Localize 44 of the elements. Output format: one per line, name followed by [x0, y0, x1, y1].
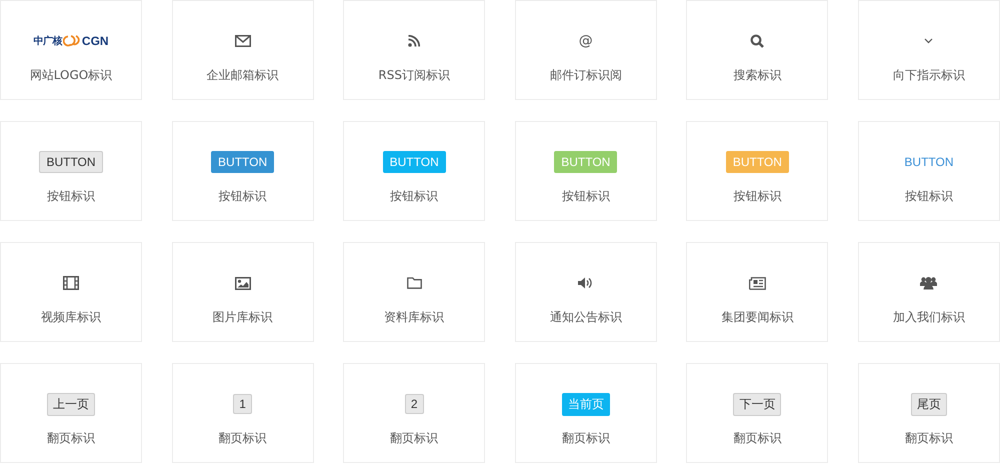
- newspaper-icon: [748, 276, 766, 290]
- page-button[interactable]: 尾页: [910, 392, 947, 416]
- card-label: 按钮标识: [904, 188, 953, 205]
- page-button[interactable]: 上一页: [47, 392, 95, 416]
- card-label: 图片库标识: [212, 309, 273, 326]
- page-button[interactable]: 1: [233, 394, 252, 414]
- card-label: 按钮标识: [562, 188, 610, 205]
- card-label: 加入我们标识: [892, 309, 965, 326]
- users-icon: [920, 276, 938, 290]
- logo-text: 中广核: [33, 34, 62, 48]
- speaker-icon: [578, 277, 594, 289]
- page-button[interactable]: 下一页: [733, 392, 782, 416]
- folder-icon: [406, 277, 422, 289]
- card-label: 企业邮箱标识: [206, 67, 279, 84]
- logo-text: CGN: [82, 34, 109, 48]
- card-label: 翻页标识: [904, 430, 953, 447]
- card-label: RSS订阅标识: [378, 67, 450, 84]
- card-label: 通知公告标识: [550, 309, 622, 326]
- card-label: 向下指示标识: [892, 67, 965, 84]
- card-label: 按钮标识: [390, 188, 438, 205]
- image-icon: [234, 276, 251, 290]
- card-label: 按钮标识: [47, 188, 95, 205]
- card-label: 集团要闻标识: [721, 309, 794, 326]
- page-button[interactable]: 2: [404, 394, 424, 414]
- film-icon: [63, 276, 79, 290]
- card-label: 翻页标识: [562, 430, 610, 447]
- card-label: 翻页标识: [733, 430, 782, 447]
- card-label: 翻页标识: [218, 430, 267, 447]
- at-sign-icon: @: [578, 33, 593, 49]
- card-label: 搜索标识: [733, 67, 782, 84]
- card-label: 资料库标识: [384, 309, 444, 326]
- sample-button[interactable]: BUTTON: [39, 151, 103, 173]
- chevron-down-icon: [924, 38, 934, 44]
- card-label: 邮件订标识阅: [550, 67, 622, 84]
- card-label: 网站LOGO标识: [30, 67, 112, 84]
- envelope-icon: [234, 35, 251, 47]
- card-label: 翻页标识: [390, 430, 438, 447]
- logo-swirl-icon: [62, 35, 81, 47]
- card-label: 按钮标识: [218, 188, 267, 205]
- rss-icon: [408, 35, 420, 47]
- card-label: 翻页标识: [47, 430, 95, 447]
- search-icon: [750, 34, 764, 48]
- card-label: 按钮标识: [733, 188, 782, 205]
- card-label: 视频库标识: [41, 309, 101, 326]
